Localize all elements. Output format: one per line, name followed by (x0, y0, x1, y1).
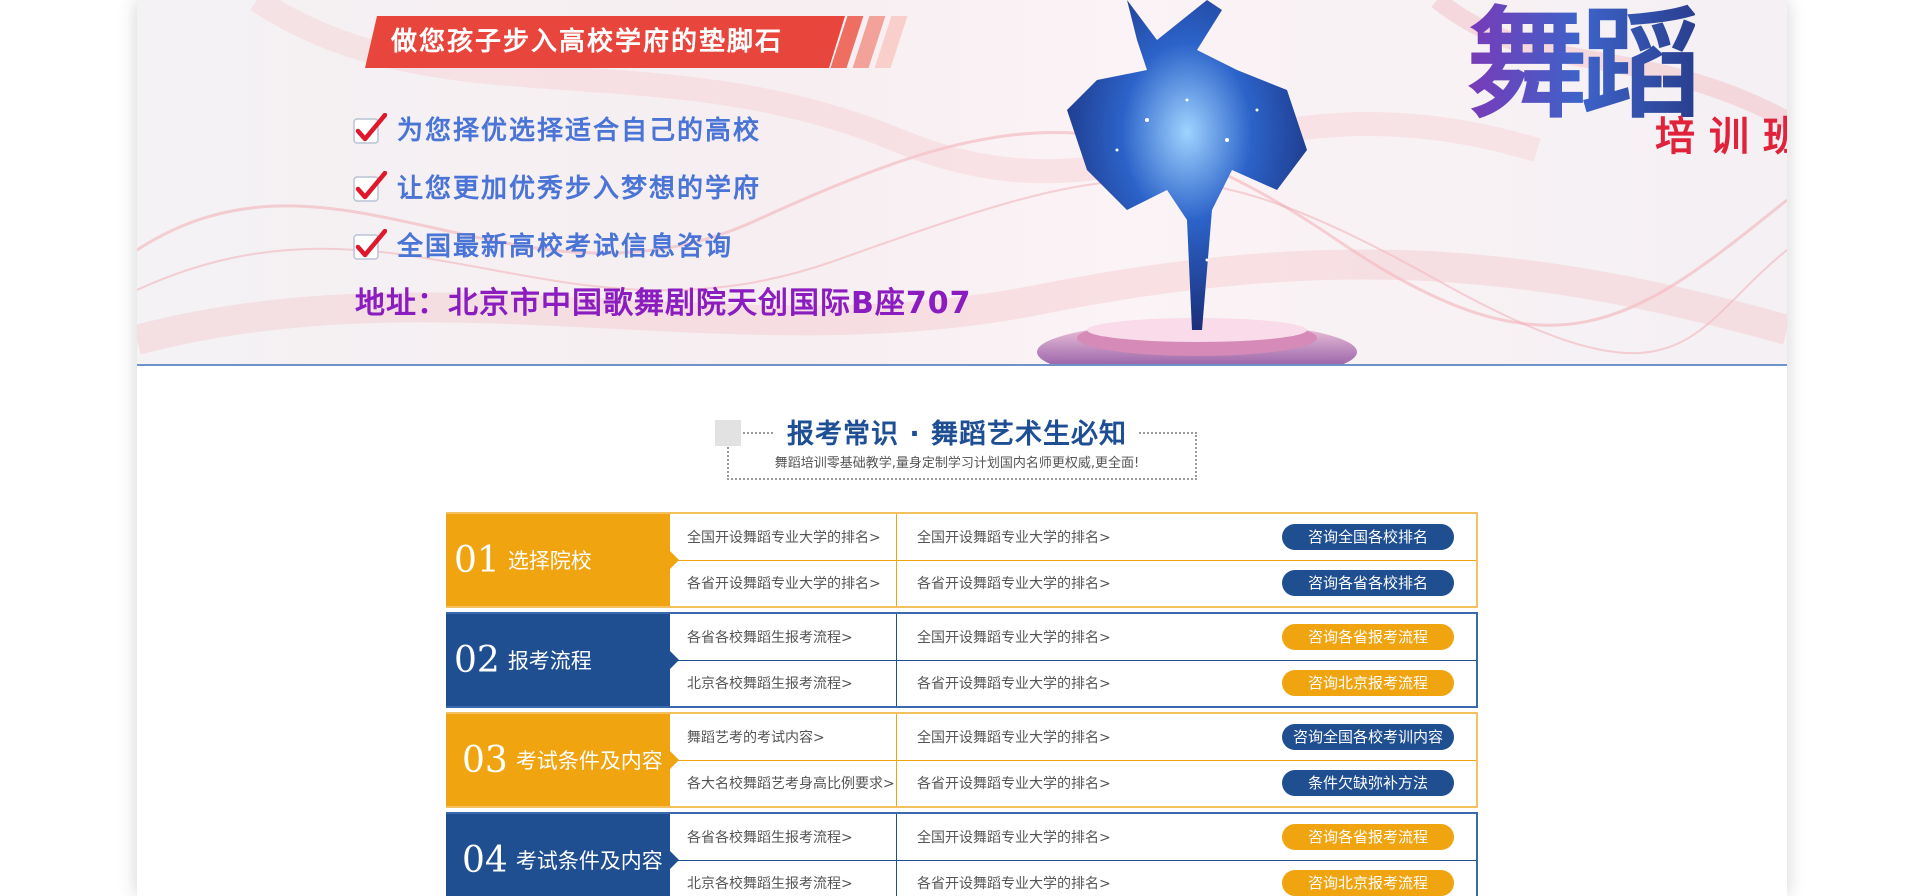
table-row: 各省各校舞蹈生报考流程> 全国开设舞蹈专业大学的排名> 咨询各省报考流程 (670, 814, 1476, 860)
section-subtitle: 舞蹈培训零基础教学,量身定制学习计划国内名师更权威,更全面! (774, 456, 1140, 471)
heading-square (715, 420, 741, 446)
consult-button[interactable]: 咨询各省各校排名 (1282, 570, 1454, 597)
check-icon (353, 170, 388, 202)
table-row: 全国开设舞蹈专业大学的排名> 全国开设舞蹈专业大学的排名> 咨询全国各校排名 (670, 514, 1476, 560)
table-row: 舞蹈艺考的考试内容> 全国开设舞蹈专业大学的排名> 咨询全国各校考训内容 (670, 714, 1476, 760)
category-cell: 03 考试条件及内容 (446, 714, 679, 806)
page-container: 做您孩子步入高校学府的垫脚石 为您择优选择适合自己的高校 让您更加优秀步入梦想的… (137, 0, 1787, 896)
category-cell: 02 报考流程 (446, 614, 679, 706)
table-row: 各省开设舞蹈专业大学的排名> 各省开设舞蹈专业大学的排名> 咨询各省各校排名 (670, 559, 1476, 606)
row-link-a[interactable]: 舞蹈艺考的考试内容> (670, 714, 897, 760)
consult-button[interactable]: 咨询全国各校考训内容 (1282, 723, 1454, 750)
consult-button[interactable]: 咨询各省报考流程 (1282, 623, 1454, 650)
consult-button[interactable]: 条件欠缺弥补方法 (1282, 770, 1454, 797)
info-block-01: 01 选择院校 全国开设舞蹈专业大学的排名> 全国开设舞蹈专业大学的排名> 咨询… (446, 512, 1478, 608)
row-link-a[interactable]: 各省各校舞蹈生报考流程> (670, 814, 897, 860)
benefit-text: 全国最新高校考试信息咨询 (397, 231, 734, 262)
check-icon (353, 112, 388, 144)
info-block-03: 03 考试条件及内容 舞蹈艺考的考试内容> 全国开设舞蹈专业大学的排名> 咨询全… (446, 712, 1478, 808)
category-number: 03 (462, 739, 508, 781)
table-row: 北京各校舞蹈生报考流程> 各省开设舞蹈专业大学的排名> 咨询北京报考流程 (670, 859, 1476, 896)
benefit-text: 让您更加优秀步入梦想的学府 (397, 173, 762, 204)
category-cell: 01 选择院校 (446, 514, 679, 606)
category-name: 考试条件及内容 (515, 849, 663, 873)
row-link-a[interactable]: 各大名校舞蹈艺考身高比例要求> (670, 760, 897, 806)
info-block-04: 04 考试条件及内容 各省各校舞蹈生报考流程> 全国开设舞蹈专业大学的排名> 咨… (446, 812, 1478, 896)
check-icon (353, 228, 388, 260)
title-art-sub: 培训班 (1655, 113, 1787, 160)
category-number: 04 (462, 839, 508, 881)
row-link-a[interactable]: 各省开设舞蹈专业大学的排名> (670, 560, 897, 606)
category-number: 01 (454, 539, 500, 581)
consult-button[interactable]: 咨询北京报考流程 (1282, 670, 1454, 697)
category-name: 考试条件及内容 (515, 749, 663, 773)
table-row: 各省各校舞蹈生报考流程> 全国开设舞蹈专业大学的排名> 咨询各省报考流程 (670, 614, 1476, 660)
benefit-item: 让您更加优秀步入梦想的学府 (353, 166, 761, 206)
section-heading: 报考常识 · 舞蹈艺术生必知 舞蹈培训零基础教学,量身定制学习计划国内名师更权威… (715, 412, 1199, 482)
category-number: 02 (454, 639, 500, 681)
row-link-a[interactable]: 各省各校舞蹈生报考流程> (670, 614, 897, 660)
consult-button[interactable]: 咨询各省报考流程 (1282, 823, 1454, 850)
benefit-text: 为您择优选择适合自己的高校 (397, 115, 762, 146)
table-row: 北京各校舞蹈生报考流程> 各省开设舞蹈专业大学的排名> 咨询北京报考流程 (670, 659, 1476, 706)
section-title: 报考常识 · 舞蹈艺术生必知 (775, 412, 1140, 451)
category-name: 选择院校 (507, 549, 592, 573)
row-link-a[interactable]: 北京各校舞蹈生报考流程> (670, 860, 897, 896)
info-block-02: 02 报考流程 各省各校舞蹈生报考流程> 全国开设舞蹈专业大学的排名> 咨询各省… (446, 612, 1478, 708)
benefit-item: 全国最新高校考试信息咨询 (353, 224, 733, 264)
dancer-silhouette (1037, 0, 1357, 364)
address-text: 地址：北京市中国歌舞剧院天创国际B座707 (355, 286, 972, 321)
slogan-banner: 做您孩子步入高校学府的垫脚石 (365, 16, 845, 68)
table-row: 各大名校舞蹈艺考身高比例要求> 各省开设舞蹈专业大学的排名> 条件欠缺弥补方法 (670, 759, 1476, 806)
category-cell: 04 考试条件及内容 (446, 814, 679, 896)
benefit-item: 为您择优选择适合自己的高校 (353, 108, 761, 148)
row-link-a[interactable]: 北京各校舞蹈生报考流程> (670, 660, 897, 706)
hero-banner: 做您孩子步入高校学府的垫脚石 为您择优选择适合自己的高校 让您更加优秀步入梦想的… (137, 0, 1787, 366)
row-link-a[interactable]: 全国开设舞蹈专业大学的排名> (670, 514, 897, 560)
consult-button[interactable]: 咨询北京报考流程 (1282, 870, 1454, 896)
consult-button[interactable]: 咨询全国各校排名 (1282, 523, 1454, 550)
category-name: 报考流程 (507, 649, 592, 673)
